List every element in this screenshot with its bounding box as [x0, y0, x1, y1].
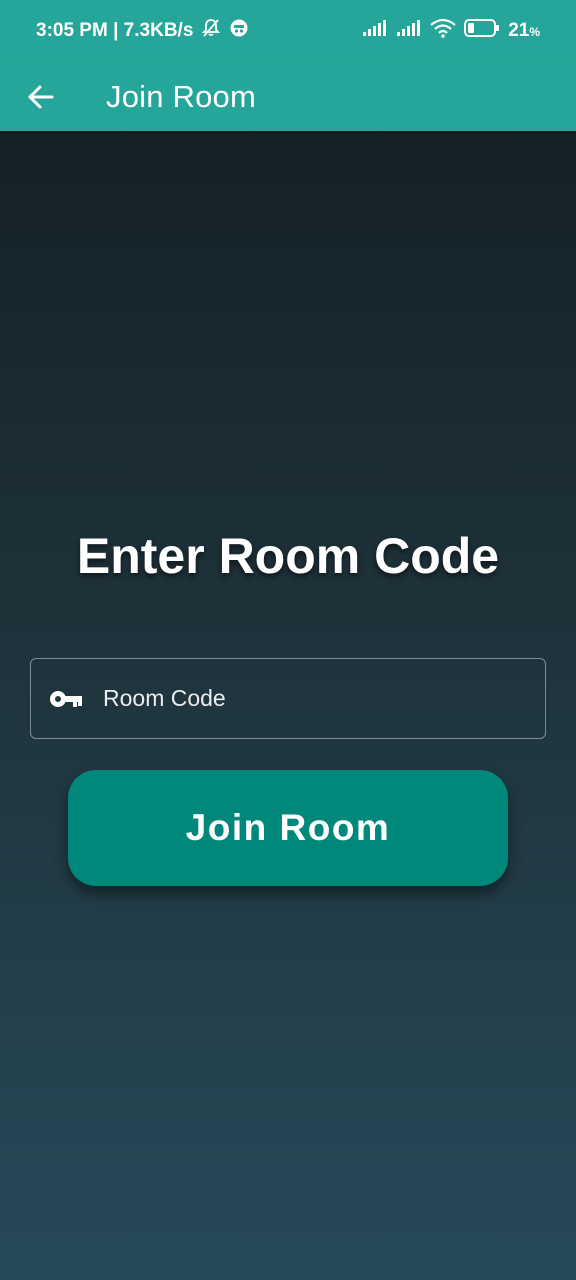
join-room-button[interactable]: Join Room	[68, 770, 508, 886]
bell-off-icon	[201, 18, 221, 44]
battery-icon	[464, 19, 500, 43]
page-heading: Enter Room Code	[76, 528, 500, 584]
key-icon	[49, 689, 83, 709]
room-code-input[interactable]	[101, 667, 545, 730]
status-time: 3:05 PM | 7.3KB/s	[36, 20, 194, 41]
signal-icon	[396, 19, 422, 43]
app-bar: Join Room	[0, 62, 576, 131]
battery-level: 21%	[508, 20, 540, 41]
back-button[interactable]	[16, 72, 66, 122]
wifi-icon	[430, 18, 456, 44]
status-left: 3:05 PM | 7.3KB/s	[36, 18, 249, 44]
status-right: 21%	[362, 18, 540, 44]
arrow-left-icon	[28, 85, 54, 108]
main-content: Enter Room Code Join Room	[0, 131, 576, 1280]
status-bar: 3:05 PM | 7.3KB/s 21%	[0, 0, 576, 62]
room-code-field[interactable]	[30, 658, 546, 739]
signal-icon	[362, 19, 388, 43]
app-notification-icon	[229, 18, 249, 44]
app-bar-title: Join Room	[106, 78, 256, 114]
